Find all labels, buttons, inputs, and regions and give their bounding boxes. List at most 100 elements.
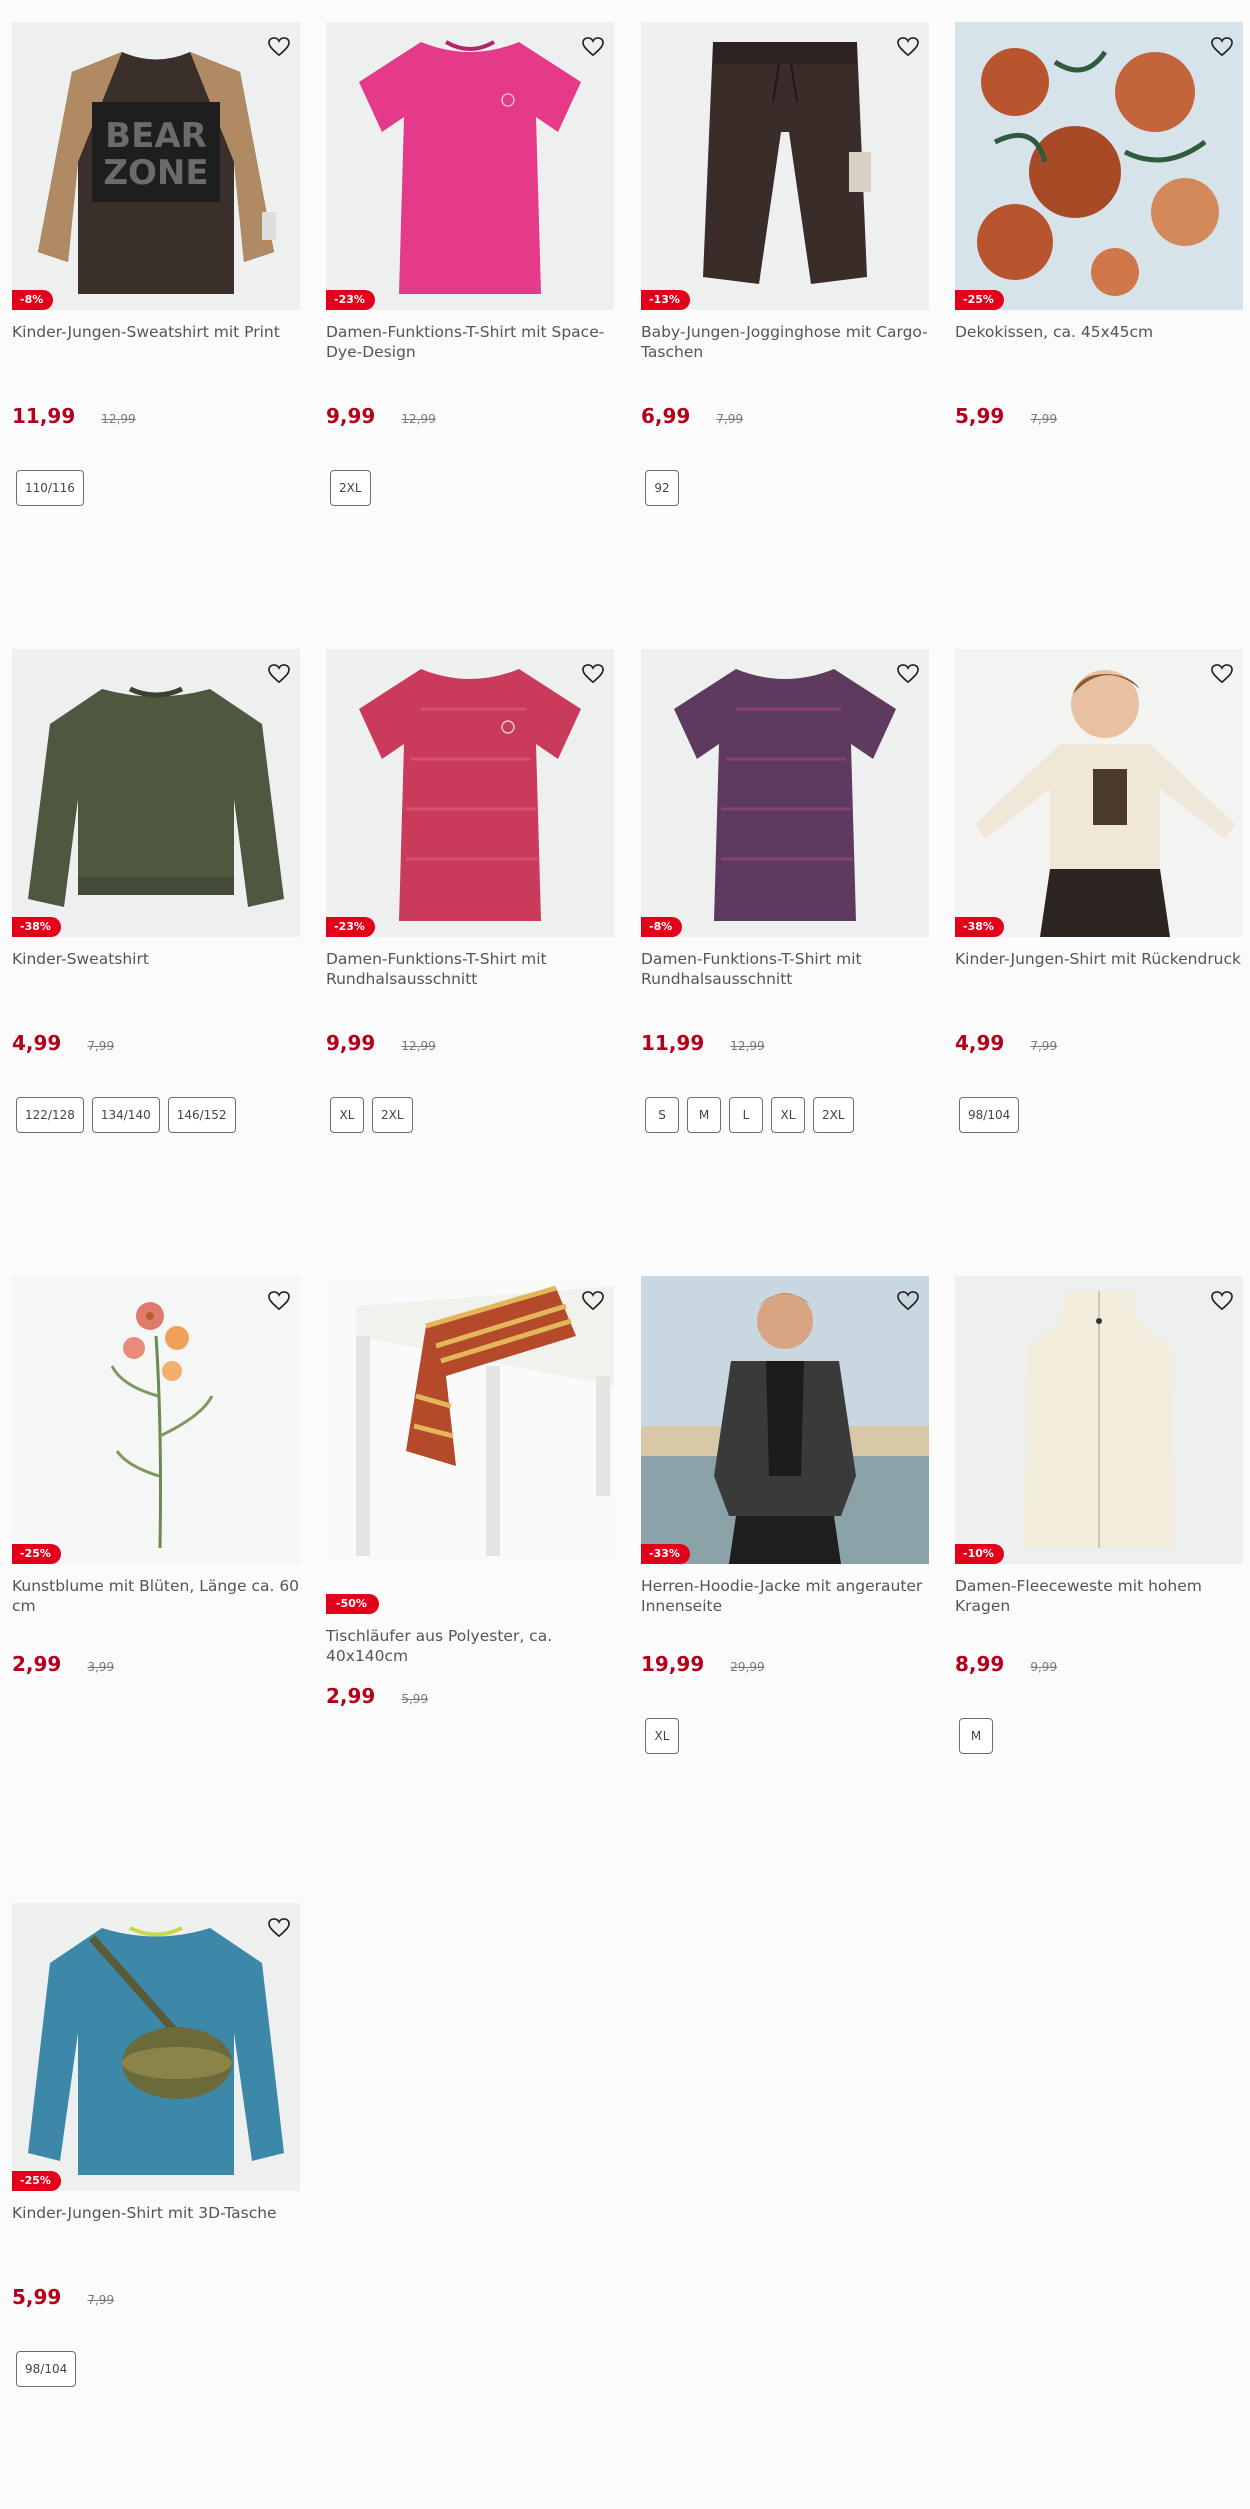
product-price: 11,99 [12, 404, 76, 428]
size-option[interactable]: 2XL [813, 1097, 854, 1133]
discount-badge: -23% [326, 290, 375, 310]
size-options: 98/104 [16, 2351, 300, 2387]
size-option[interactable]: 92 [645, 470, 679, 506]
discount-badge: -10% [955, 1544, 1004, 1564]
product-price: 2,99 [12, 1652, 62, 1676]
size-option[interactable]: M [687, 1097, 721, 1133]
wishlist-heart-icon[interactable] [580, 1288, 606, 1314]
product-card[interactable]: -25% Dekokissen, ca. 45x45cm 5,99 7,99 [955, 22, 1243, 428]
product-image[interactable]: -38% [12, 649, 300, 937]
wishlist-heart-icon[interactable] [266, 661, 292, 687]
size-option[interactable]: 98/104 [959, 1097, 1020, 1133]
product-title[interactable]: Kinder-Jungen-Shirt mit Rückendruck [955, 949, 1243, 993]
product-title[interactable]: Dekokissen, ca. 45x45cm [955, 322, 1243, 366]
product-title[interactable]: Kinder-Jungen-Shirt mit 3D-Tasche [12, 2203, 300, 2247]
discount-badge: -25% [955, 290, 1004, 310]
wishlist-heart-icon[interactable] [1209, 661, 1235, 687]
product-card[interactable]: -10% Damen-Fleeceweste mit hohem Kragen … [955, 1276, 1243, 1754]
size-option[interactable]: 134/140 [91, 1097, 160, 1133]
old-price: 3,99 [87, 1660, 115, 1674]
product-price: 5,99 [12, 2285, 62, 2309]
size-option[interactable]: 2XL [330, 470, 371, 506]
product-price: 19,99 [641, 1652, 705, 1676]
product-title[interactable]: Damen-Funktions-T-Shirt mit Rundhalsauss… [326, 949, 614, 993]
discount-badge: -38% [955, 917, 1004, 937]
product-title[interactable]: Kinder-Sweatshirt [12, 949, 300, 993]
product-title[interactable]: Kunstblume mit Blüten, Länge ca. 60 cm [12, 1576, 300, 1620]
discount-badge: -50% [326, 1594, 379, 1614]
wishlist-heart-icon[interactable] [895, 661, 921, 687]
product-price: 4,99 [12, 1031, 62, 1055]
wishlist-heart-icon[interactable] [895, 1288, 921, 1314]
product-card[interactable]: BEAR ZONE -8% Kinder-Jungen-Sweatshirt m… [12, 22, 300, 506]
size-option[interactable]: XL [645, 1718, 679, 1754]
discount-badge: -8% [12, 290, 54, 310]
product-image[interactable]: -13% [641, 22, 929, 310]
wishlist-heart-icon[interactable] [580, 34, 606, 60]
discount-badge: -38% [12, 917, 61, 937]
product-card[interactable]: -38% Kinder-Jungen-Shirt mit Rückendruck… [955, 649, 1243, 1133]
jogging-pants-image [703, 42, 871, 284]
product-price: 6,99 [641, 404, 691, 428]
artificial-flower-image [110, 1302, 214, 1549]
product-card[interactable]: -25% Kunstblume mit Blüten, Länge ca. 60… [12, 1276, 300, 1676]
product-image[interactable]: -10% [955, 1276, 1243, 1564]
discount-badge: -25% [12, 2171, 61, 2191]
product-image[interactable]: -25% [12, 1903, 300, 2191]
product-image[interactable]: -25% [955, 22, 1243, 310]
product-image[interactable] [326, 1276, 614, 1564]
product-card[interactable]: -13% Baby-Jungen-Jogginghose mit Cargo-T… [641, 22, 929, 506]
old-price: 29,99 [730, 1660, 765, 1674]
product-card[interactable]: -8% Damen-Funktions-T-Shirt mit Rundhals… [641, 649, 929, 1133]
product-image[interactable]: BEAR ZONE -8% [12, 22, 300, 310]
size-option[interactable]: M [959, 1718, 993, 1754]
product-image[interactable]: -33% [641, 1276, 929, 1564]
size-option[interactable]: L [729, 1097, 763, 1133]
svg-text:BEAR: BEAR [105, 116, 207, 156]
product-image[interactable]: -8% [641, 649, 929, 937]
product-title[interactable]: Tischläufer aus Polyester, ca. 40x140cm [326, 1626, 614, 1670]
size-option[interactable]: 122/128 [16, 1097, 84, 1133]
size-option[interactable]: XL [330, 1097, 364, 1133]
size-options: XL 2XL [330, 1097, 614, 1133]
product-title[interactable]: Baby-Jungen-Jogginghose mit Cargo-Tasche… [641, 322, 929, 366]
wishlist-heart-icon[interactable] [266, 34, 292, 60]
wishlist-heart-icon[interactable] [1209, 1288, 1235, 1314]
size-option[interactable]: S [645, 1097, 679, 1133]
product-card[interactable]: -23% Damen-Funktions-T-Shirt mit Rundhal… [326, 649, 614, 1133]
product-title[interactable]: Herren-Hoodie-Jacke mit angerauter Innen… [641, 1576, 929, 1620]
size-option[interactable]: 2XL [372, 1097, 413, 1133]
product-image[interactable]: -23% [326, 22, 614, 310]
product-price: 8,99 [955, 1652, 1005, 1676]
product-card[interactable]: -38% Kinder-Sweatshirt 4,99 7,99 122/128… [12, 649, 300, 1133]
product-card[interactable]: -50% Tischläufer aus Polyester, ca. 40x1… [326, 1276, 614, 1708]
product-card[interactable]: -33% Herren-Hoodie-Jacke mit angerauter … [641, 1276, 929, 1754]
product-title[interactable]: Damen-Funktions-T-Shirt mit Rundhalsauss… [641, 949, 929, 993]
wishlist-heart-icon[interactable] [580, 661, 606, 687]
product-card[interactable]: -25% Kinder-Jungen-Shirt mit 3D-Tasche 5… [12, 1903, 300, 2387]
wishlist-heart-icon[interactable] [895, 34, 921, 60]
size-option[interactable]: 110/116 [16, 470, 84, 506]
wishlist-heart-icon[interactable] [266, 1288, 292, 1314]
old-price: 12,99 [730, 1039, 765, 1053]
size-options: 122/128 134/140 146/152 [16, 1097, 300, 1133]
old-price: 7,99 [1030, 1039, 1058, 1053]
floral-cushion-image [955, 22, 1243, 310]
old-price: 7,99 [1030, 412, 1058, 426]
wishlist-heart-icon[interactable] [266, 1915, 292, 1941]
size-options: 98/104 [959, 1097, 1243, 1133]
product-image[interactable]: -25% [12, 1276, 300, 1564]
product-title[interactable]: Damen-Funktions-T-Shirt mit Space-Dye-De… [326, 322, 614, 366]
product-image[interactable]: -23% [326, 649, 614, 937]
product-title[interactable]: Kinder-Jungen-Sweatshirt mit Print [12, 322, 300, 366]
wishlist-heart-icon[interactable] [1209, 34, 1235, 60]
product-image[interactable]: -38% [955, 649, 1243, 937]
size-option[interactable]: 98/104 [16, 2351, 77, 2387]
svg-text:ZONE: ZONE [103, 153, 208, 193]
size-options: 92 [645, 470, 929, 506]
product-card[interactable]: -23% Damen-Funktions-T-Shirt mit Space-D… [326, 22, 614, 506]
size-option[interactable]: XL [771, 1097, 805, 1133]
size-option[interactable]: 146/152 [167, 1097, 236, 1133]
product-price: 5,99 [955, 404, 1005, 428]
product-title[interactable]: Damen-Fleeceweste mit hohem Kragen [955, 1576, 1243, 1620]
